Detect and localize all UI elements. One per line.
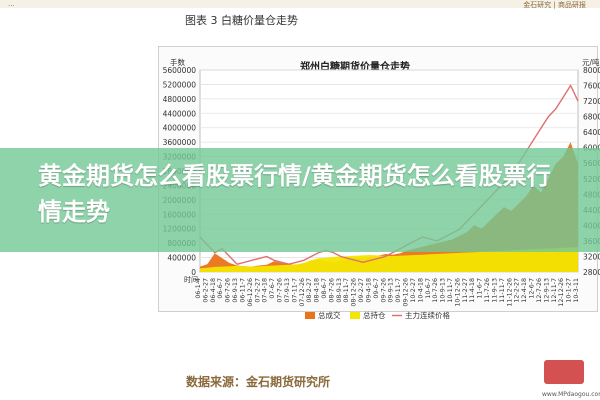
x-tick-label: 08-9-13 (336, 278, 343, 303)
left-tick-label: 5600000 (163, 66, 197, 75)
x-tick-label: 10-11-7 (447, 278, 454, 303)
x-tick-label: 10-7-26 (432, 278, 439, 303)
watermark-text: www.MPdaogou.com (542, 391, 600, 398)
x-tick-label: 07-6-7 (269, 278, 276, 299)
right-tick-label: 8000 (583, 66, 600, 75)
x-tick-label: 12-7-26 (536, 278, 543, 303)
x-tick-label: 08-12-26 (351, 278, 358, 307)
x-tick-label: 09-7-26 (380, 278, 387, 303)
right-axis-unit: 元/吨 (582, 57, 600, 67)
left-tick-label: 400000 (167, 254, 196, 263)
x-tick-label: 08-11-7 (343, 278, 350, 303)
x-tick-label: 09-11-7 (395, 278, 402, 303)
left-tick-label: 4000000 (163, 124, 197, 133)
x-tick-label: 12-9-13 (543, 278, 550, 303)
logo-box (544, 360, 584, 384)
x-tick-label: 06-2-27 (202, 278, 209, 303)
left-tick-label: 4800000 (163, 95, 197, 104)
x-tick-label: 09-12-26 (403, 278, 410, 307)
x-tick-label: 08-6-7 (321, 278, 328, 299)
right-tick-label: 6800 (583, 113, 600, 122)
legend-label: 总持仓 (363, 310, 386, 320)
x-tick-label: 10-1-27 (566, 278, 573, 303)
x-tick-label: 06-4-18 (210, 278, 217, 303)
x-tick-label: 10-2-27 (410, 278, 417, 303)
x-tick-label: 12-6-7 (529, 278, 536, 299)
right-tick-label: 6400 (583, 128, 600, 137)
x-tick-label: 06-9-13 (232, 278, 239, 303)
x-tick-label: 09-2-27 (358, 278, 365, 303)
x-tick-label: 06-11-7 (239, 278, 246, 303)
x-tick-label: 06-6-7 (217, 278, 224, 299)
x-tick-label: 10-4-18 (417, 278, 424, 303)
left-tick-label: 3600000 (163, 138, 197, 147)
x-tick-label: 06-1-4 (195, 278, 202, 299)
x-tick-label: 11-12-26 (506, 278, 513, 307)
legend-swatch (350, 312, 360, 319)
x-tick-label: 08-7-26 (328, 278, 335, 303)
legend-label: 总成交 (318, 310, 341, 320)
x-tick-label: 10-6-7 (425, 278, 432, 299)
x-tick-label: 11-4-18 (469, 278, 476, 303)
x-tick-label: 09-6-7 (373, 278, 380, 299)
x-tick-label: 07-11-7 (291, 278, 298, 303)
watermark-logo: www.MPdaogou.com (542, 360, 600, 398)
x-tick-label: 11-2-27 (462, 278, 469, 303)
x-tick-label: 12-11-7 (551, 278, 558, 303)
x-tick-label: 11-7-26 (484, 278, 491, 303)
legend-label: 主力连续价格 (405, 310, 450, 320)
x-tick-label: 12-12-26 (558, 278, 565, 307)
x-tick-label: 11-11-7 (499, 278, 506, 303)
left-axis-unit: 手数 (170, 57, 185, 67)
x-tick-label: 12-4-18 (521, 278, 528, 303)
x-tick-label: 12-2-27 (514, 278, 521, 303)
left-tick-label: 5200000 (163, 80, 197, 89)
x-tick-label: 10-3-11 (573, 278, 580, 303)
x-tick-label: 10-9-13 (440, 278, 447, 303)
legend-swatch (305, 312, 315, 319)
x-tick-label: 11-6-7 (477, 278, 484, 299)
right-tick-label: 3200 (583, 252, 600, 261)
right-tick-label: 2800 (583, 268, 600, 277)
x-tick-label: 08-4-18 (314, 278, 321, 303)
x-tick-label: 07-7-26 (277, 278, 284, 303)
x-tick-label: 11-9-13 (491, 278, 498, 303)
x-tick-label: 07-9-13 (284, 278, 291, 303)
x-tick-label: 08-2-27 (306, 278, 313, 303)
right-tick-label: 7200 (583, 97, 600, 106)
banner-title: 黄金期货怎么看股票行情/黄金期货怎么看股票行情走势 (38, 162, 551, 226)
x-tick-label: 06-7-26 (225, 278, 232, 303)
right-tick-label: 7600 (583, 82, 600, 91)
x-tick-label: 06-12-26 (247, 278, 254, 307)
x-tick-label: 09-4-18 (365, 278, 372, 303)
x-tick-label: 07-4-18 (262, 278, 269, 303)
x-tick-label: 07-12-26 (299, 278, 306, 307)
x-tick-label: 07-2-27 (254, 278, 261, 303)
left-tick-label: 4400000 (163, 109, 197, 118)
x-tick-label: 09-9-13 (388, 278, 395, 303)
x-tick-label: 10-12-26 (454, 278, 461, 307)
source-note: 数据来源：金石期货研究所 (186, 375, 331, 389)
